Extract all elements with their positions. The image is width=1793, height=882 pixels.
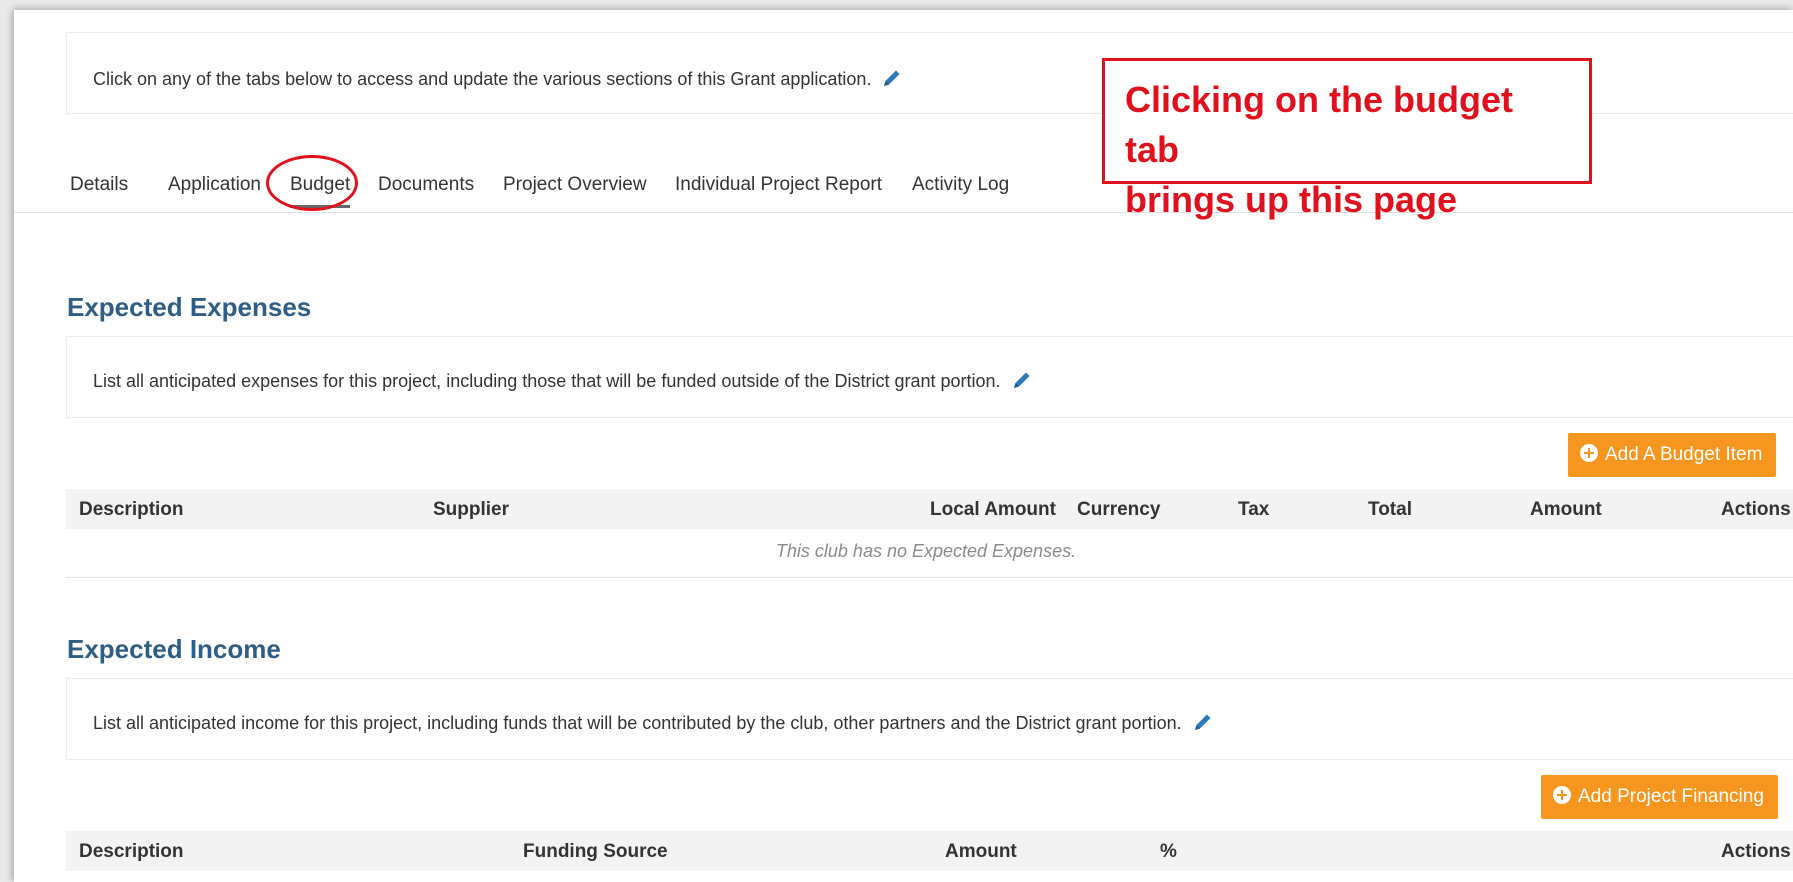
col-amount: Amount (1530, 499, 1602, 520)
col-actions: Actions (1721, 499, 1791, 520)
annotation-line-1: Clicking on the budget tab (1125, 79, 1513, 170)
income-description-line: List all anticipated income for this pro… (93, 712, 1213, 737)
income-table-header: Description Funding Source Amount % Acti… (66, 831, 1793, 871)
annotation-line-2: brings up this page (1125, 179, 1458, 220)
col-local-amount: Local Amount (930, 499, 1056, 520)
plus-circle-icon (1580, 444, 1598, 462)
col-amount: Amount (945, 841, 1017, 862)
pencil-icon[interactable] (882, 68, 902, 93)
add-budget-item-button[interactable]: Add A Budget Item (1568, 433, 1777, 477)
col-percent: % (1160, 841, 1177, 862)
tab-documents[interactable]: Documents (378, 174, 474, 196)
col-tax: Tax (1238, 499, 1270, 520)
tab-individual-project-report[interactable]: Individual Project Report (675, 174, 882, 196)
annotation-callout: Clicking on the budget tab brings up thi… (1102, 58, 1592, 220)
pencil-icon[interactable] (1193, 712, 1213, 737)
annotation-circle (266, 155, 358, 211)
expenses-title: Expected Expenses (67, 292, 312, 322)
add-project-financing-button[interactable]: Add Project Financing (1541, 775, 1778, 819)
income-description: List all anticipated income for this pro… (93, 713, 1182, 733)
plus-circle-icon (1553, 786, 1571, 804)
grant-budget-page: Click on any of the tabs below to access… (14, 10, 1793, 882)
col-currency: Currency (1077, 499, 1161, 520)
expenses-description: List all anticipated expenses for this p… (93, 371, 1001, 391)
tab-details[interactable]: Details (70, 174, 128, 196)
pencil-icon[interactable] (1012, 370, 1032, 395)
income-title: Expected Income (67, 634, 281, 664)
col-funding-source: Funding Source (523, 841, 668, 862)
expenses-empty-message: This club has no Expected Expenses. (775, 541, 1077, 561)
add-budget-item-label: Add A Budget Item (1605, 444, 1763, 465)
tab-activity-log[interactable]: Activity Log (912, 174, 1009, 196)
income-description-box: List all anticipated income for this pro… (66, 678, 1793, 760)
col-description: Description (79, 499, 184, 520)
col-supplier: Supplier (433, 499, 510, 520)
expenses-description-line: List all anticipated expenses for this p… (93, 370, 1032, 395)
expenses-description-box: List all anticipated expenses for this p… (66, 336, 1793, 418)
expenses-table-header: Description Supplier Local Amount Curren… (66, 489, 1793, 529)
intro-text: Click on any of the tabs below to access… (93, 69, 872, 89)
col-actions: Actions (1721, 841, 1791, 862)
tab-project-overview[interactable]: Project Overview (503, 174, 647, 196)
expenses-empty-row: This club has no Expected Expenses. (66, 529, 1793, 578)
add-project-financing-label: Add Project Financing (1578, 786, 1764, 807)
intro-text-line: Click on any of the tabs below to access… (93, 68, 902, 93)
col-description: Description (79, 841, 184, 862)
tab-application[interactable]: Application (168, 174, 261, 196)
col-total: Total (1368, 499, 1412, 520)
